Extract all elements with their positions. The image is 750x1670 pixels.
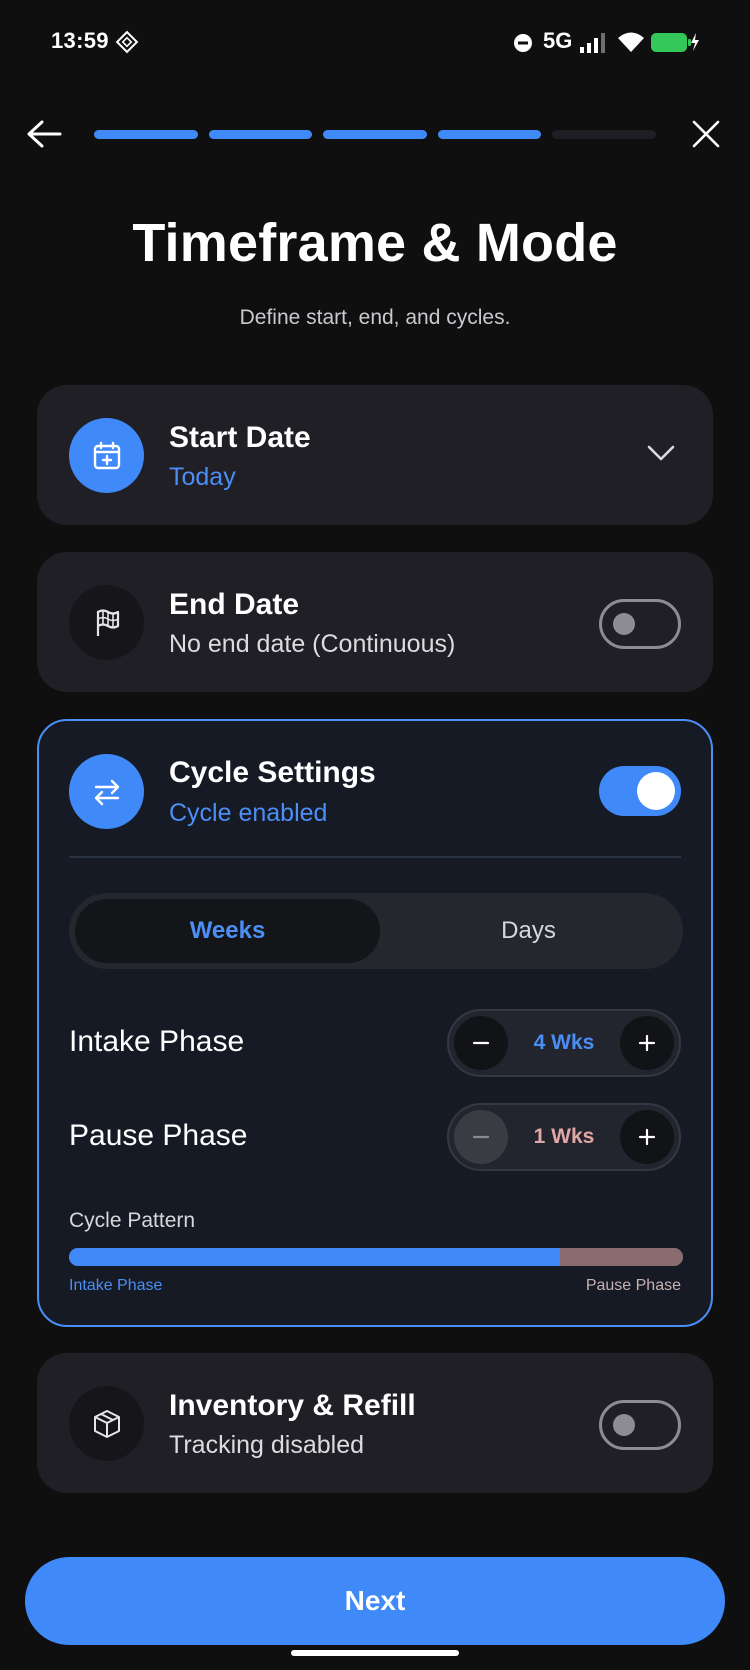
inventory-card: Inventory & Refill Tracking disabled (37, 1353, 713, 1493)
toggle-knob (637, 772, 675, 810)
inventory-title: Inventory & Refill (169, 1389, 416, 1422)
status-bar: 13:59 5G (0, 0, 750, 86)
progress-indicator (94, 130, 656, 139)
toggle-knob (613, 1414, 635, 1436)
cycle-settings-title: Cycle Settings (169, 756, 376, 789)
network-type: 5G (543, 28, 573, 53)
cycle-unit-selector: Weeks Days (69, 893, 683, 969)
close-button[interactable] (684, 114, 728, 158)
arrow-left-icon (26, 119, 62, 154)
cycle-settings-card: Cycle Settings Cycle enabled Weeks Days … (37, 719, 713, 1327)
end-date-title: End Date (169, 588, 300, 621)
swap-arrows-icon (69, 754, 144, 829)
page-subtitle: Define start, end, and cycles. (239, 306, 511, 329)
progress-step (437, 130, 542, 139)
app-notification-icon (115, 30, 139, 54)
start-date-title: Start Date (169, 421, 311, 454)
start-date-dropdown[interactable] (641, 435, 681, 475)
progress-step (94, 130, 198, 139)
intake-phase-stepper: 4 Wks (447, 1009, 681, 1077)
pattern-pause-segment (560, 1248, 683, 1266)
intake-phase-label: Intake Phase (69, 1025, 245, 1058)
end-date-card: End Date No end date (Continuous) (37, 552, 713, 692)
flag-icon (69, 585, 144, 660)
unit-option-days[interactable]: Days (380, 899, 677, 963)
intake-phase-value: 4 Wks (533, 1031, 595, 1054)
progress-step (323, 130, 427, 139)
inventory-status: Tracking disabled (169, 1431, 365, 1459)
pause-decrement-button[interactable] (454, 1110, 508, 1164)
start-date-card[interactable]: Start Date Today (37, 385, 713, 525)
status-time: 13:59 (51, 28, 109, 53)
start-date-value: Today (169, 463, 236, 491)
cycle-toggle[interactable] (599, 766, 681, 816)
cycle-status: Cycle enabled (169, 799, 328, 827)
battery-charging-icon (650, 30, 700, 54)
do-not-disturb-icon (513, 33, 533, 53)
chevron-down-icon (646, 444, 676, 467)
inventory-toggle[interactable] (599, 1400, 681, 1450)
progress-step (208, 130, 313, 139)
close-icon (691, 119, 721, 154)
pause-phase-label: Pause Phase (69, 1119, 248, 1152)
calendar-plus-icon (69, 418, 144, 493)
progress-step (552, 130, 656, 139)
end-date-value: No end date (Continuous) (169, 630, 456, 658)
pattern-legend-intake: Intake Phase (69, 1277, 163, 1294)
back-button[interactable] (22, 114, 66, 158)
intake-decrement-button[interactable] (454, 1016, 508, 1070)
divider (69, 856, 681, 858)
end-date-toggle[interactable] (599, 599, 681, 649)
signal-icon (578, 32, 606, 54)
cycle-pattern-title: Cycle Pattern (69, 1209, 196, 1232)
cycle-pattern-bar (69, 1248, 683, 1266)
home-indicator (291, 1650, 459, 1656)
unit-option-weeks[interactable]: Weeks (75, 899, 380, 963)
wifi-icon (616, 30, 646, 54)
intake-increment-button[interactable] (620, 1016, 674, 1070)
pattern-intake-segment (69, 1248, 561, 1266)
toggle-knob (613, 613, 635, 635)
pause-increment-button[interactable] (620, 1110, 674, 1164)
pause-phase-value: 1 Wks (533, 1125, 595, 1148)
page-title: Timeframe & Mode (132, 213, 618, 273)
pause-phase-stepper: 1 Wks (447, 1103, 681, 1171)
pattern-legend-pause: Pause Phase (585, 1277, 681, 1294)
next-button[interactable]: Next (25, 1557, 725, 1645)
box-icon (69, 1386, 144, 1461)
